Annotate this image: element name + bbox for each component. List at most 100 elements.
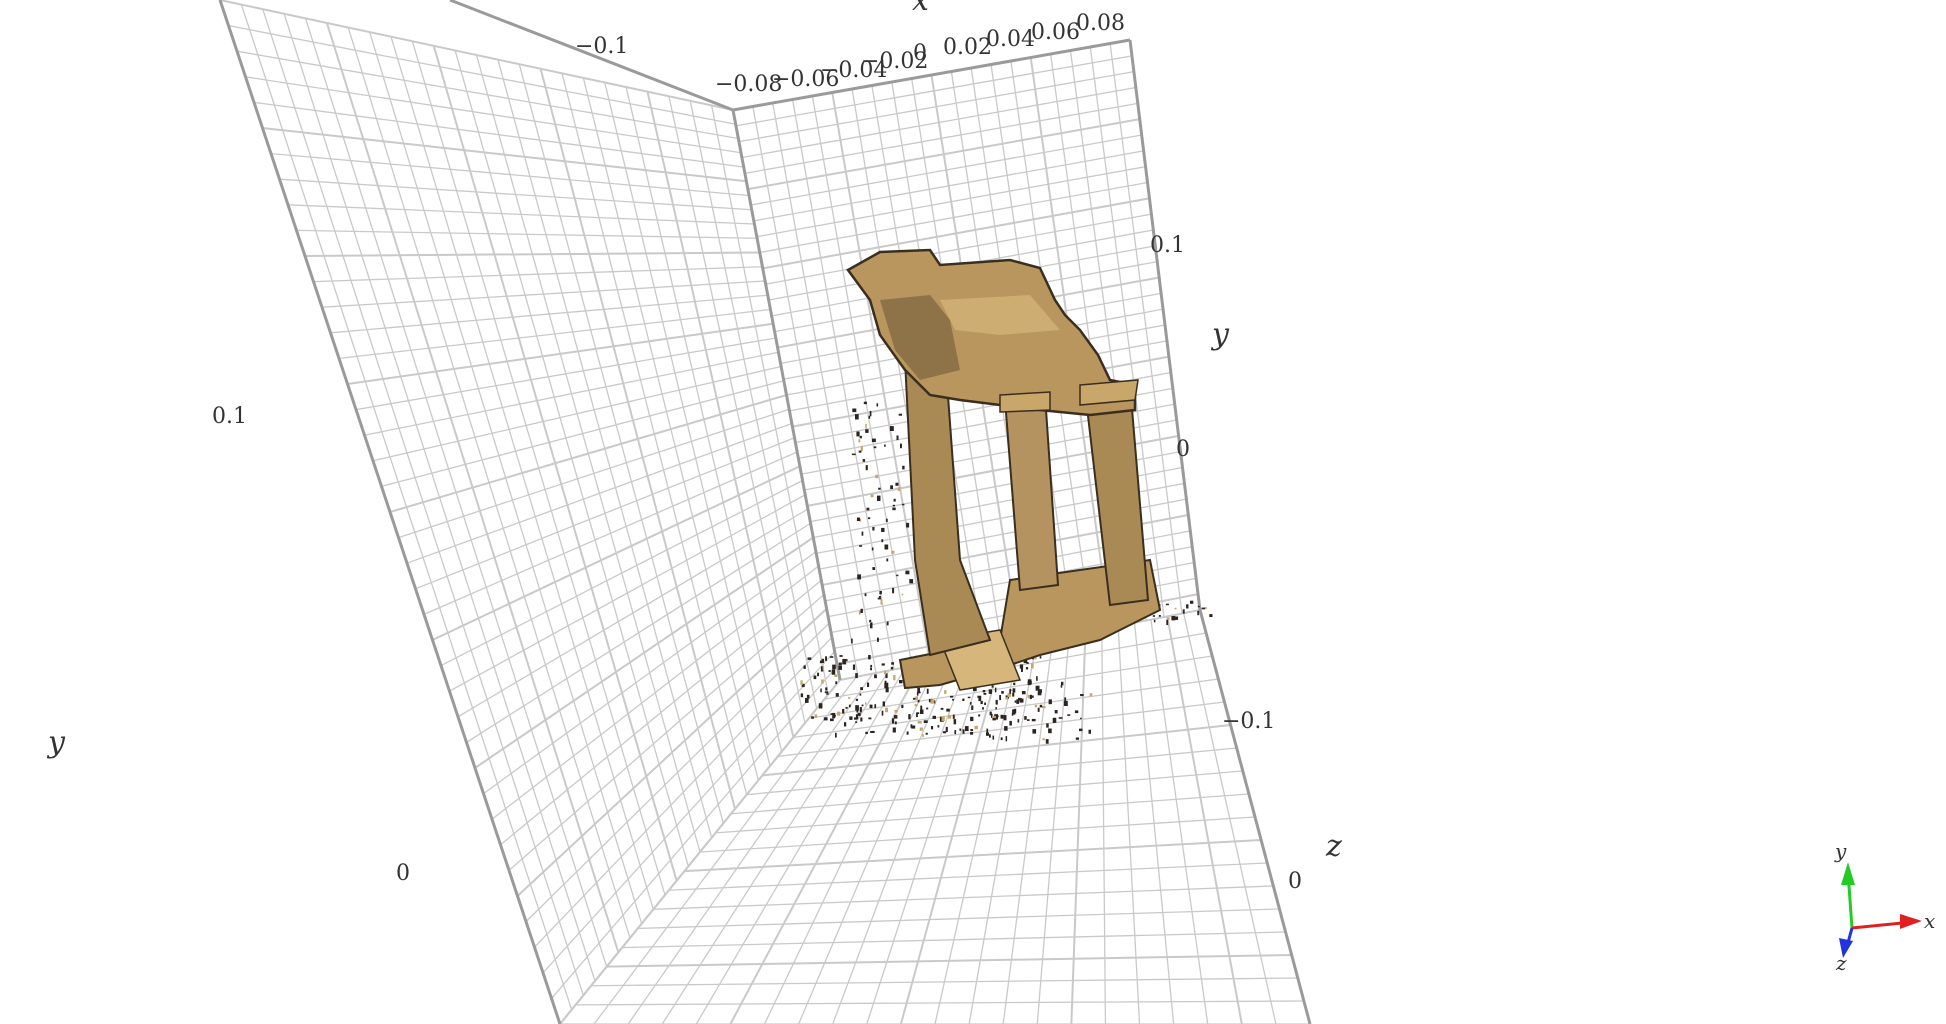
noise-point xyxy=(974,725,978,730)
noise-point xyxy=(959,728,962,731)
noise-point xyxy=(818,703,823,709)
noise-point xyxy=(948,714,952,719)
grid-line xyxy=(313,266,763,283)
noise-point xyxy=(894,709,898,713)
noise-point xyxy=(1058,717,1063,719)
noise-point xyxy=(942,731,947,734)
3d-plot-canvas[interactable]: −0.08 −0.06 −0.04 −0.02 0 0.02 0.04 0.06… xyxy=(0,0,1946,1024)
noise-point xyxy=(1031,663,1034,669)
noise-point xyxy=(869,619,872,623)
noise-point xyxy=(1005,697,1009,700)
noise-point xyxy=(855,705,859,711)
grid-line xyxy=(715,793,1249,834)
noise-point xyxy=(896,574,899,577)
noise-point xyxy=(877,637,879,642)
noise-point xyxy=(901,593,904,596)
left-wall-axis-title: y xyxy=(46,725,66,760)
noise-point xyxy=(870,494,874,498)
grid-line xyxy=(622,931,1286,949)
noise-point xyxy=(1061,681,1064,686)
noise-point xyxy=(849,716,853,720)
gizmo-x-label: x xyxy=(1924,909,1935,933)
noise-point xyxy=(860,445,863,452)
noise-point xyxy=(835,732,837,738)
noise-point xyxy=(952,714,955,719)
noise-point xyxy=(900,443,902,449)
noise-point xyxy=(860,687,863,690)
noise-point xyxy=(875,474,879,479)
left-wall-tick-label: 0.1 xyxy=(212,404,247,429)
noise-point xyxy=(1201,607,1206,610)
noise-point xyxy=(839,655,843,657)
noise-point xyxy=(807,657,812,660)
noise-point xyxy=(1209,614,1213,617)
x-tick-label: 0.08 xyxy=(1076,11,1125,36)
right-wall-y-ticks: 0.1 0 y xyxy=(1150,233,1230,462)
noise-point xyxy=(832,664,836,670)
noise-point xyxy=(950,695,954,698)
noise-point xyxy=(894,721,897,725)
grid-line xyxy=(731,770,1243,815)
noise-point xyxy=(925,732,928,735)
noise-point xyxy=(869,411,872,417)
grid-line xyxy=(746,747,1237,796)
noise-point xyxy=(999,695,1001,701)
noise-point xyxy=(952,698,954,701)
noise-point xyxy=(877,597,882,600)
noise-point xyxy=(967,696,971,699)
noise-point xyxy=(1052,717,1057,723)
noise-point xyxy=(1039,656,1042,659)
noise-point xyxy=(899,680,903,684)
noise-point xyxy=(1042,706,1046,709)
noise-point xyxy=(916,713,918,718)
noise-point xyxy=(845,706,848,709)
noise-point xyxy=(851,638,853,644)
noise-point xyxy=(865,423,867,429)
noise-point xyxy=(822,665,825,671)
noise-point xyxy=(920,709,924,714)
noise-point xyxy=(1174,616,1179,620)
grid-line xyxy=(606,954,1292,968)
noise-point xyxy=(940,707,944,710)
noise-point xyxy=(859,693,862,696)
noise-point xyxy=(878,596,881,598)
noise-point xyxy=(892,504,895,507)
noise-point xyxy=(953,719,957,725)
noise-point xyxy=(1025,667,1029,670)
noise-point xyxy=(982,690,986,693)
noise-point xyxy=(1080,717,1082,720)
x-axis-ticks: −0.08 −0.06 −0.04 −0.02 0 0.02 0.04 0.06… xyxy=(715,0,1125,97)
noise-point xyxy=(917,691,921,694)
gizmo-y-arrowhead xyxy=(1841,862,1855,885)
noise-point xyxy=(838,665,842,670)
noise-point xyxy=(1060,684,1063,688)
z-tick-label: −0.1 xyxy=(1222,709,1275,734)
noise-point xyxy=(941,716,945,722)
noise-point xyxy=(817,672,819,677)
grid-line xyxy=(534,636,833,948)
noise-point xyxy=(855,721,858,723)
noise-point xyxy=(886,621,889,626)
noise-point xyxy=(984,702,986,705)
noise-point xyxy=(1186,604,1189,609)
noise-point xyxy=(881,710,884,716)
noise-point xyxy=(857,574,861,580)
temple-point-cloud[interactable] xyxy=(800,248,1213,744)
noise-point xyxy=(1039,704,1043,708)
grid-line xyxy=(287,204,755,225)
noise-point xyxy=(1000,737,1003,741)
noise-point xyxy=(855,698,859,701)
noise-point xyxy=(962,729,965,734)
noise-point xyxy=(865,702,867,705)
noise-point xyxy=(881,539,884,543)
noise-point xyxy=(884,544,889,550)
noise-point xyxy=(811,716,814,719)
noise-point xyxy=(946,708,950,712)
noise-point xyxy=(856,517,861,521)
grid-line xyxy=(777,701,1225,758)
noise-point xyxy=(826,693,829,695)
noise-point xyxy=(800,693,804,698)
noise-point xyxy=(1079,728,1083,732)
orientation-gizmo[interactable]: y x z xyxy=(1834,839,1935,975)
noise-point xyxy=(844,722,847,727)
